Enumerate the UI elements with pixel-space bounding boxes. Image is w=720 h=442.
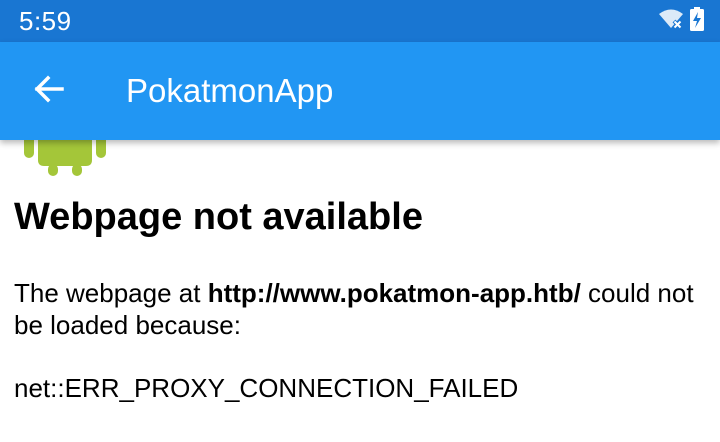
wifi-off-icon bbox=[658, 8, 684, 35]
back-button[interactable] bbox=[22, 64, 76, 118]
battery-charging-icon bbox=[690, 6, 704, 36]
error-message: The webpage at http://www.pokatmon-app.h… bbox=[14, 277, 704, 341]
error-code: net::ERR_PROXY_CONNECTION_FAILED bbox=[14, 373, 519, 403]
error-heading: Webpage not available bbox=[14, 196, 423, 238]
app-bar: PokatmonApp bbox=[0, 42, 720, 140]
error-message-prefix: The webpage at bbox=[14, 278, 208, 308]
android-mascot-icon bbox=[24, 140, 106, 184]
arrow-back-icon bbox=[33, 73, 65, 110]
webview-content[interactable]: Webpage not available The webpage at htt… bbox=[0, 140, 720, 442]
status-bar: 5:59 bbox=[0, 0, 720, 42]
error-url: http://www.pokatmon-app.htb/ bbox=[207, 278, 581, 308]
app-title: PokatmonApp bbox=[126, 72, 334, 109]
status-time: 5:59 bbox=[19, 6, 72, 36]
status-icons bbox=[658, 6, 704, 36]
